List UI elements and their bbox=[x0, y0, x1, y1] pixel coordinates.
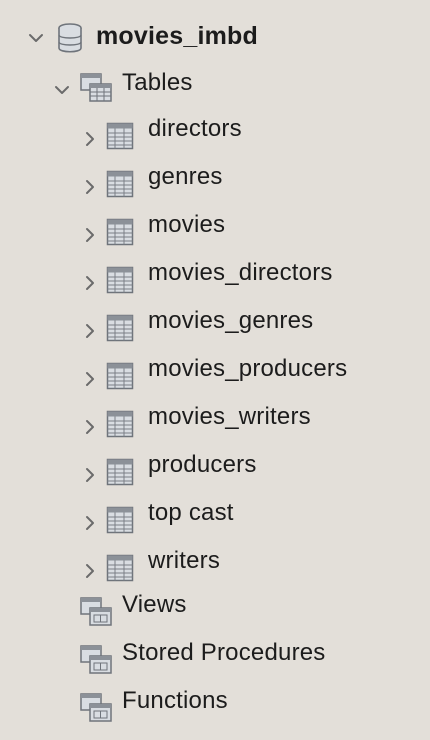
chevron-right-icon[interactable] bbox=[82, 179, 98, 195]
table-name-label: writers bbox=[148, 547, 221, 574]
group-label-stored-procedures: Stored Procedures bbox=[122, 639, 326, 666]
database-icon bbox=[58, 0, 90, 8]
chevron-right-icon[interactable] bbox=[82, 467, 98, 483]
chevron-down-icon[interactable] bbox=[28, 30, 44, 46]
table-name-label: top cast bbox=[148, 499, 234, 526]
table-icon bbox=[106, 314, 138, 346]
schema-name: movies_imbd bbox=[96, 22, 258, 50]
table-name-label: movies_genres bbox=[148, 307, 314, 334]
table-row[interactable]: movies bbox=[0, 206, 430, 254]
schema-navigator-tree: movies_imbd Tables directors genres movi… bbox=[0, 0, 430, 740]
procedures-folder-icon bbox=[80, 644, 112, 676]
chevron-right-icon[interactable] bbox=[82, 515, 98, 531]
database-icon bbox=[56, 22, 88, 54]
views-folder-icon bbox=[80, 596, 112, 628]
chevron-right-icon[interactable] bbox=[82, 131, 98, 147]
table-icon bbox=[106, 410, 138, 442]
table-icon bbox=[106, 458, 138, 490]
chevron-right-icon[interactable] bbox=[82, 275, 98, 291]
table-row[interactable]: movies_writers bbox=[0, 398, 430, 446]
chevron-right-icon[interactable] bbox=[82, 563, 98, 579]
table-row[interactable]: writers bbox=[0, 542, 430, 590]
functions-folder-icon bbox=[80, 692, 112, 724]
group-label-tables: Tables bbox=[122, 69, 193, 96]
chevron-right-icon[interactable] bbox=[82, 227, 98, 243]
table-row[interactable]: directors bbox=[0, 110, 430, 158]
table-icon bbox=[106, 506, 138, 538]
schema-row-movies-imbd[interactable]: movies_imbd bbox=[0, 14, 430, 62]
previous-schema-row-partial[interactable] bbox=[0, 0, 430, 4]
table-icon bbox=[106, 266, 138, 298]
table-icon bbox=[106, 218, 138, 250]
table-row[interactable]: movies_genres bbox=[0, 302, 430, 350]
table-name-label: genres bbox=[148, 163, 223, 190]
table-icon bbox=[106, 170, 138, 202]
chevron-right-icon[interactable] bbox=[82, 419, 98, 435]
table-name-label: movies_producers bbox=[148, 355, 348, 382]
chevron-right-icon[interactable] bbox=[82, 371, 98, 387]
table-row[interactable]: movies_directors bbox=[0, 254, 430, 302]
table-icon bbox=[106, 362, 138, 394]
table-name-label: movies_directors bbox=[148, 259, 333, 286]
group-label-functions: Functions bbox=[122, 687, 228, 714]
table-icon bbox=[106, 122, 138, 154]
table-row[interactable]: producers bbox=[0, 446, 430, 494]
table-name-label: movies_writers bbox=[148, 403, 311, 430]
chevron-right-icon[interactable] bbox=[82, 323, 98, 339]
group-label-views: Views bbox=[122, 591, 187, 618]
group-row-views[interactable]: Views bbox=[0, 586, 430, 634]
group-row-stored-procedures[interactable]: Stored Procedures bbox=[0, 634, 430, 682]
tables-folder-icon bbox=[80, 72, 112, 104]
chevron-right-icon[interactable] bbox=[28, 0, 44, 6]
chevron-down-icon[interactable] bbox=[54, 82, 70, 98]
group-row-tables[interactable]: Tables bbox=[0, 62, 430, 110]
table-name-label: producers bbox=[148, 451, 257, 478]
table-row[interactable]: genres bbox=[0, 158, 430, 206]
table-row[interactable]: movies_producers bbox=[0, 350, 430, 398]
table-row[interactable]: top cast bbox=[0, 494, 430, 542]
table-icon bbox=[106, 554, 138, 586]
group-row-functions[interactable]: Functions bbox=[0, 682, 430, 730]
table-name-label: directors bbox=[148, 115, 242, 142]
table-name-label: movies bbox=[148, 211, 226, 238]
